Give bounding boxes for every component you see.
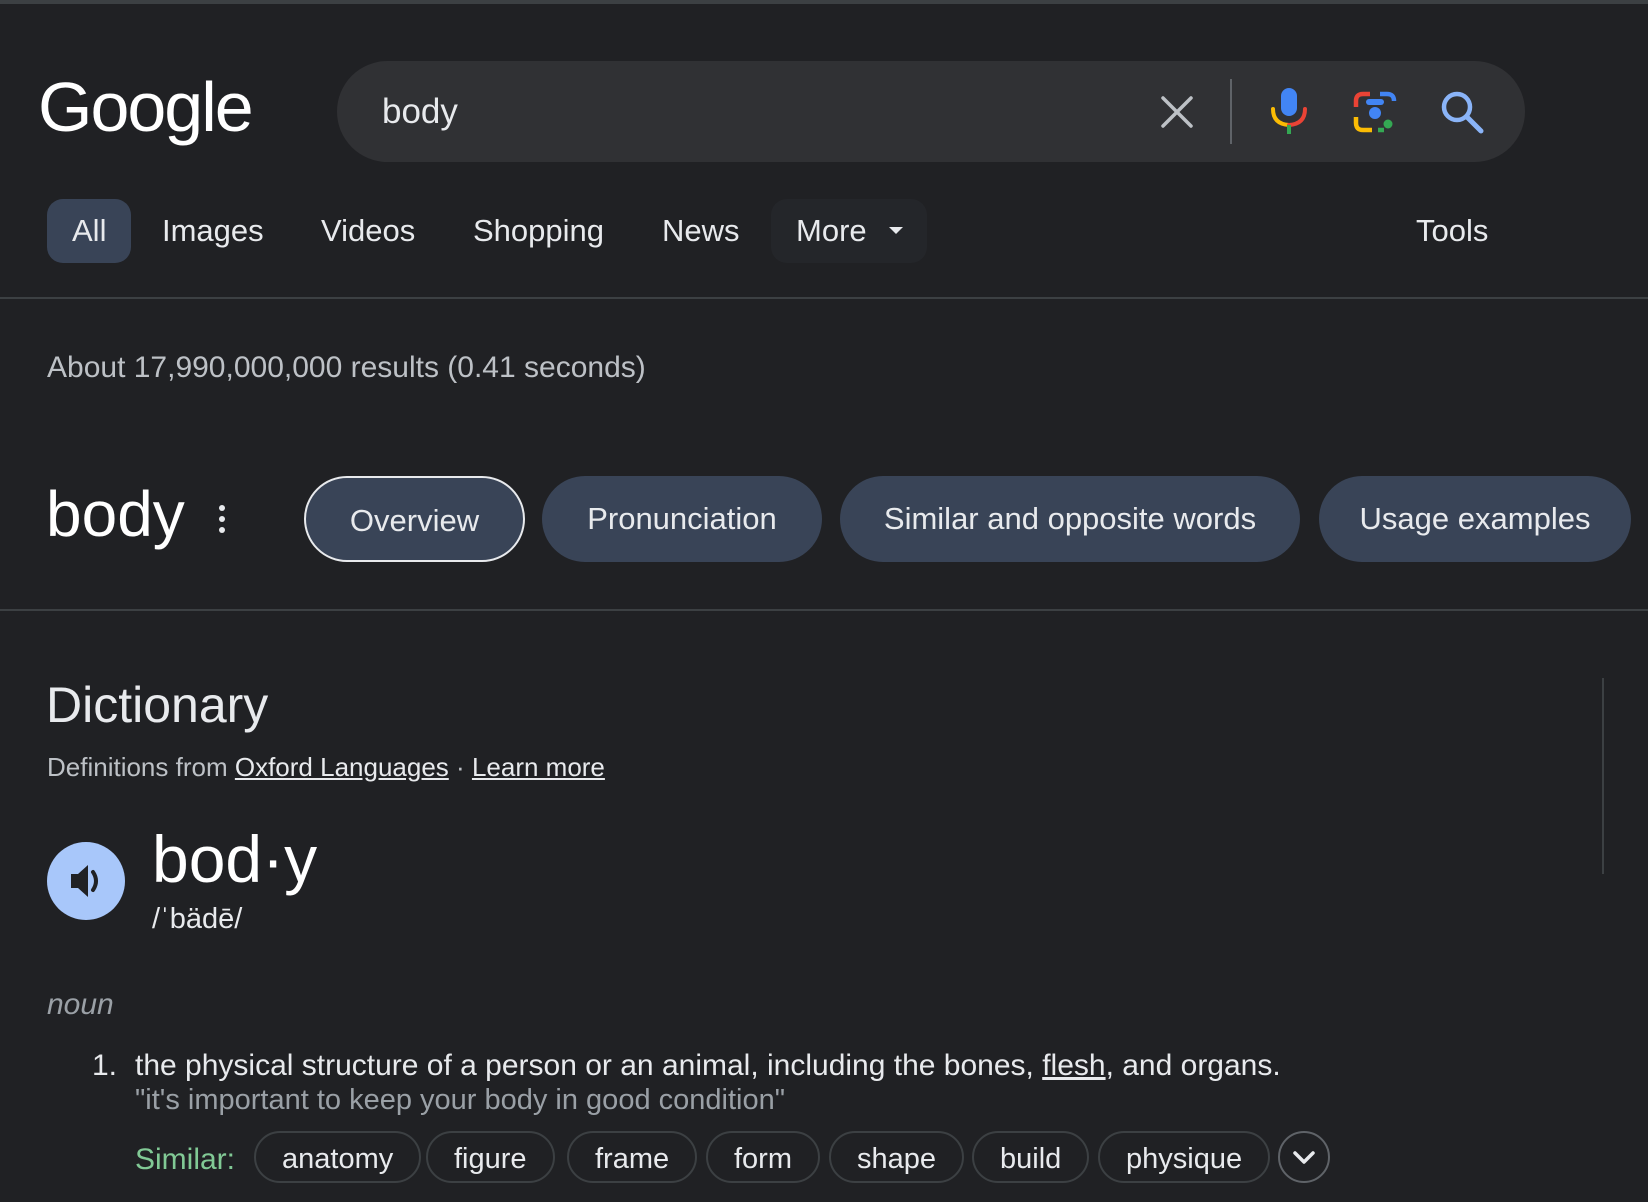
definition-number: 1. bbox=[92, 1049, 118, 1082]
part-of-speech: noun bbox=[47, 988, 114, 1021]
google-logo[interactable]: Google bbox=[38, 72, 254, 142]
similar-chip-frame[interactable]: frame bbox=[567, 1131, 698, 1183]
header-divider bbox=[0, 297, 1648, 299]
expand-similar-button[interactable] bbox=[1278, 1131, 1330, 1183]
chip-overview[interactable]: Overview bbox=[304, 476, 525, 562]
similar-chip-physique[interactable]: physique bbox=[1098, 1131, 1271, 1183]
tab-videos[interactable]: Videos bbox=[321, 199, 415, 263]
source-separator: · bbox=[456, 752, 465, 782]
tab-more[interactable]: More bbox=[771, 199, 927, 263]
more-options-icon[interactable] bbox=[216, 505, 228, 535]
vertical-divider bbox=[1602, 678, 1604, 874]
similar-chip-build[interactable]: build bbox=[972, 1131, 1090, 1183]
tab-images[interactable]: Images bbox=[162, 199, 264, 263]
headword: bod·y bbox=[152, 822, 318, 896]
definition-text-after: , and organs. bbox=[1105, 1049, 1281, 1082]
similar-label: Similar: bbox=[135, 1143, 236, 1176]
similar-chip-shape[interactable]: shape bbox=[829, 1131, 965, 1183]
similar-chip-figure[interactable]: figure bbox=[426, 1131, 555, 1183]
search-divider bbox=[1230, 79, 1232, 144]
flesh-link[interactable]: flesh bbox=[1042, 1049, 1105, 1082]
definition-example: "it's important to keep your body in goo… bbox=[135, 1084, 786, 1116]
tab-shopping[interactable]: Shopping bbox=[473, 199, 604, 263]
speaker-button[interactable] bbox=[47, 842, 125, 920]
search-icon[interactable] bbox=[1437, 87, 1487, 137]
tools-button[interactable]: Tools bbox=[1416, 199, 1488, 263]
learn-more-link[interactable]: Learn more bbox=[472, 752, 605, 782]
result-stats: About 17,990,000,000 results (0.41 secon… bbox=[47, 351, 646, 384]
similar-chip-anatomy[interactable]: anatomy bbox=[254, 1131, 422, 1183]
speaker-icon bbox=[71, 865, 98, 897]
clear-icon[interactable] bbox=[1157, 92, 1197, 132]
top-border bbox=[0, 0, 1648, 4]
chip-pronunciation[interactable]: Pronunciation bbox=[542, 476, 822, 562]
tab-more-label: More bbox=[796, 213, 867, 248]
oxford-languages-link[interactable]: Oxford Languages bbox=[235, 752, 449, 782]
microphone-icon[interactable] bbox=[1264, 85, 1314, 137]
phonetic: /ˈbädē/ bbox=[152, 903, 243, 935]
query-word: body bbox=[46, 478, 185, 550]
google-lens-icon[interactable] bbox=[1350, 87, 1400, 137]
chip-usage-examples[interactable]: Usage examples bbox=[1319, 476, 1631, 562]
source-prefix: Definitions from bbox=[47, 752, 228, 782]
tab-all[interactable]: All bbox=[47, 199, 132, 263]
search-bar[interactable] bbox=[337, 61, 1525, 162]
definition-text-before: the physical structure of a person or an… bbox=[135, 1049, 1034, 1082]
chevron-down-icon bbox=[1293, 1151, 1315, 1164]
chip-similar-opposite[interactable]: Similar and opposite words bbox=[840, 476, 1300, 562]
search-input[interactable] bbox=[382, 61, 1082, 162]
similar-chip-form[interactable]: form bbox=[706, 1131, 820, 1183]
tab-news[interactable]: News bbox=[662, 199, 740, 263]
dictionary-source: Definitions from Oxford Languages · Lear… bbox=[47, 752, 605, 783]
section-divider bbox=[0, 609, 1648, 611]
caret-down-icon bbox=[888, 227, 903, 234]
definition-text: the physical structure of a person or an… bbox=[135, 1049, 1281, 1083]
dictionary-title: Dictionary bbox=[46, 677, 269, 733]
